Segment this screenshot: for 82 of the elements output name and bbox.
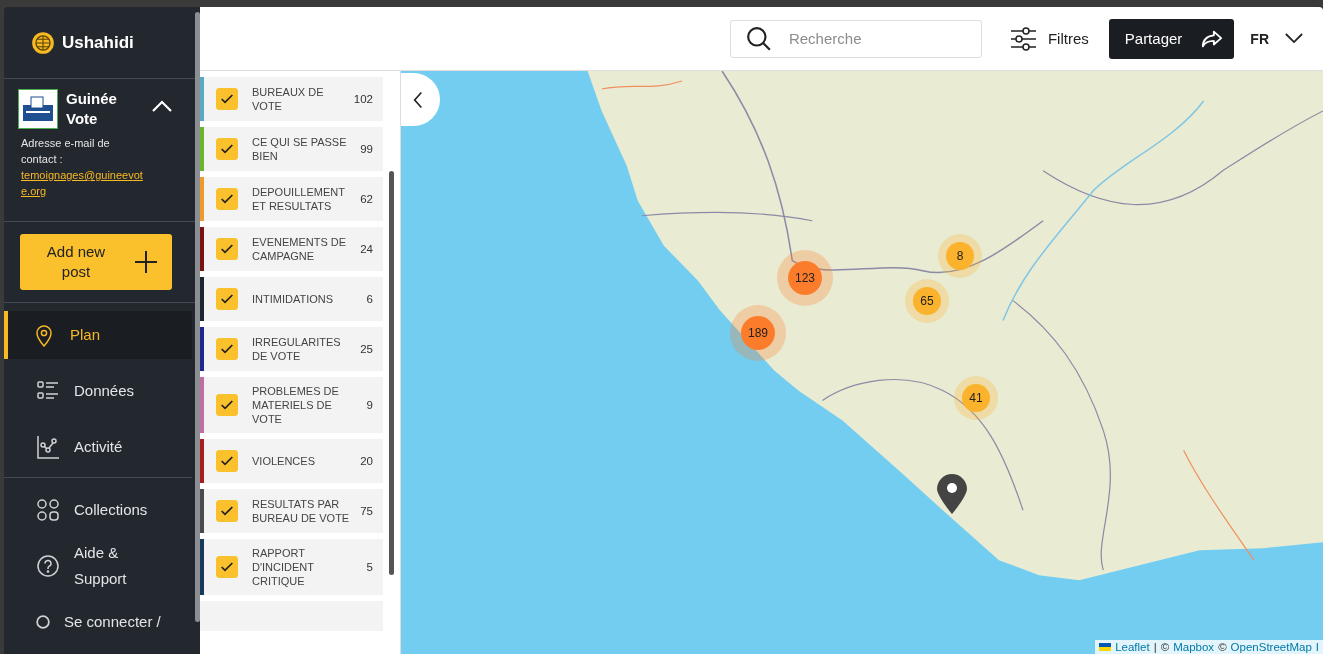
scrollbar[interactable] — [195, 12, 200, 622]
brand-name: Ushahidi — [62, 32, 134, 53]
language-selector[interactable]: FR — [1250, 30, 1303, 47]
help-icon — [36, 554, 60, 578]
attribution-link[interactable]: I — [1315, 641, 1319, 653]
category-item[interactable]: EVENEMENTS DE CAMPAGNE 24 — [200, 227, 383, 271]
cluster-marker[interactable]: 65 — [905, 279, 949, 323]
category-item[interactable]: DEPOUILLEMENT ET RESULTATS 62 — [200, 177, 383, 221]
category-item[interactable]: CE QUI SE PASSE BIEN 99 — [200, 127, 383, 171]
nav-item[interactable]: Plan — [4, 311, 192, 359]
deployment-name: Guinée Vote — [66, 89, 118, 129]
category-label: RESULTATS PAR BUREAU DE VOTE — [252, 497, 351, 525]
category-item[interactable]: BUREAUX DE VOTE 102 — [200, 77, 383, 121]
globe-logo-icon — [30, 30, 56, 55]
email-link[interactable]: temoignages@guineevote.org — [21, 167, 148, 199]
category-item[interactable]: RESULTATS PAR BUREAU DE VOTE 75 — [200, 489, 383, 533]
category-label: IRREGULARITES DE VOTE — [252, 335, 342, 363]
attribution-link[interactable]: Leaflet — [1115, 641, 1150, 653]
nav-item[interactable]: Données — [4, 367, 192, 415]
grid-icon — [36, 498, 60, 522]
attribution-text: © — [1218, 641, 1227, 653]
checkbox[interactable] — [216, 238, 238, 260]
nav-item[interactable]: Aide & Support — [4, 542, 192, 590]
search-field[interactable]: Recherche — [729, 19, 982, 58]
attribution-text: © — [1160, 641, 1170, 653]
category-count: 62 — [360, 193, 373, 205]
category-label: CE QUI SE PASSE BIEN — [252, 135, 348, 163]
checkbox[interactable] — [216, 138, 238, 160]
contact-label: Adresse e-mail de contact : — [21, 137, 110, 165]
share-button[interactable]: Partager — [1108, 18, 1235, 59]
category-label: EVENEMENTS DE CAMPAGNE — [252, 235, 348, 263]
sliders-icon — [1009, 26, 1036, 51]
checkbox[interactable] — [216, 288, 238, 310]
cluster-marker[interactable]: 189 — [730, 305, 786, 361]
category-label: INTIMIDATIONS — [252, 292, 335, 306]
category-count: 20 — [360, 455, 373, 467]
nav-item[interactable]: Collections — [4, 486, 192, 534]
category-count: 5 — [366, 561, 373, 573]
category-count: 75 — [360, 505, 373, 517]
plus-icon — [134, 250, 158, 274]
checkbox[interactable] — [216, 338, 238, 360]
flag-icon — [1099, 643, 1112, 651]
checkbox[interactable] — [216, 88, 238, 110]
category-count: 25 — [360, 343, 373, 355]
category-label: VIOLENCES — [252, 454, 316, 468]
cluster-marker[interactable]: 41 — [954, 376, 998, 420]
category-label: PROBLEMES DE MATERIELS DE VOTE — [252, 384, 340, 426]
ballot-box-icon — [18, 89, 58, 129]
category-item[interactable]: IRREGULARITES DE VOTE 25 — [200, 327, 383, 371]
category-label: RAPPORT D'INCIDENT CRITIQUE — [252, 546, 315, 588]
checkbox[interactable] — [216, 556, 238, 578]
attribution-text: | — [1153, 641, 1157, 653]
category-item[interactable]: INTIMIDATIONS 6 — [200, 277, 383, 321]
search-icon — [745, 25, 772, 52]
nav-item[interactable]: Activité — [4, 423, 192, 471]
user-icon — [36, 615, 50, 629]
checkbox[interactable] — [216, 500, 238, 522]
line-graph-icon — [36, 435, 60, 459]
nav-item[interactable]: Se connecter / — [4, 598, 192, 646]
category-item[interactable]: RAPPORT D'INCIDENT CRITIQUE 5 — [200, 539, 383, 595]
chevron-left-icon — [412, 90, 423, 109]
category-count: 99 — [360, 143, 373, 155]
category-item[interactable]: PROBLEMES DE MATERIELS DE VOTE 9 — [200, 377, 383, 433]
filters-button[interactable]: Filtres — [1009, 26, 1089, 51]
category-count: 9 — [366, 399, 373, 411]
category-label: BUREAUX DE VOTE — [252, 85, 325, 113]
category-count: 102 — [353, 93, 373, 105]
cluster-marker[interactable]: 8 — [938, 234, 982, 278]
checkbox[interactable] — [216, 450, 238, 472]
attribution-link[interactable]: Mapbox — [1173, 641, 1215, 653]
category-label: DEPOUILLEMENT ET RESULTATS — [252, 185, 346, 213]
checkbox[interactable] — [216, 188, 238, 210]
checkbox[interactable] — [216, 394, 238, 416]
map-pin-icon[interactable] — [937, 474, 967, 514]
scrollbar[interactable] — [389, 171, 394, 575]
add-post-button[interactable]: Add new post — [20, 234, 172, 290]
chevron-down-icon — [1285, 33, 1303, 44]
category-count: 6 — [366, 293, 373, 305]
attribution-link[interactable]: OpenStreetMap — [1230, 641, 1312, 653]
category-item[interactable]: VIOLENCES 20 — [200, 439, 383, 483]
category-count: 24 — [360, 243, 373, 255]
cluster-marker[interactable]: 123 — [777, 250, 833, 306]
